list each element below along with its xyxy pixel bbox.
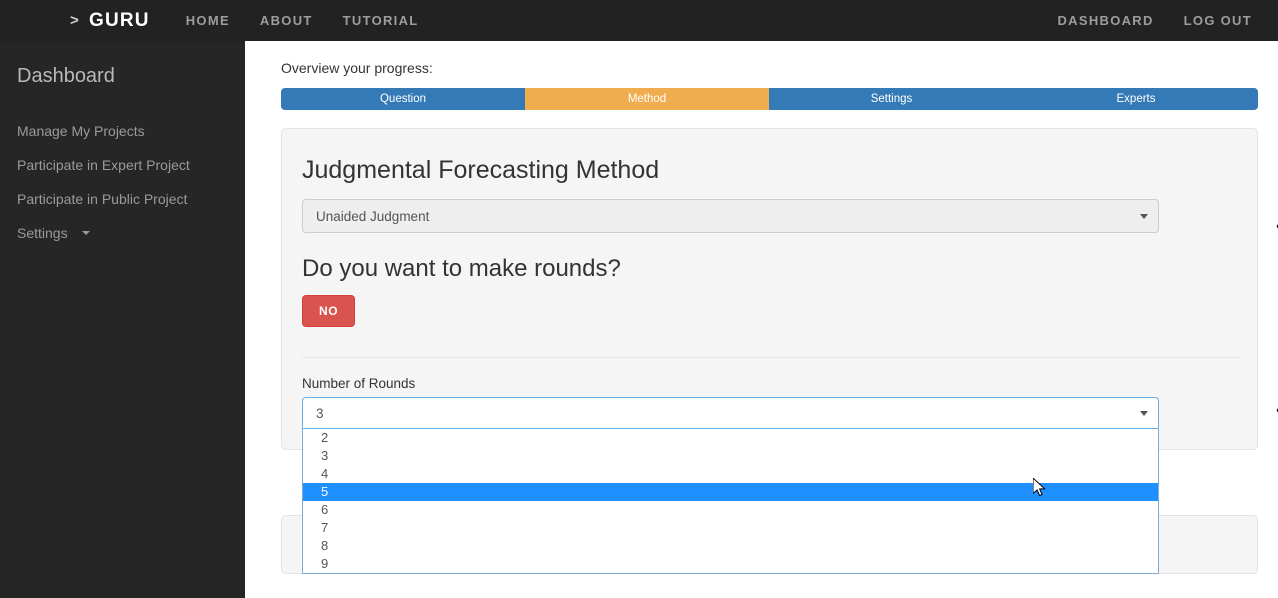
overview-progress-label: Overview your progress: <box>281 60 433 76</box>
brand-logo[interactable]: > GURU <box>70 10 150 32</box>
navbar-right-group: DASHBOARD LOG OUT <box>1027 13 1278 28</box>
brand-name: GURU <box>88 9 150 31</box>
rounds-question-heading: Do you want to make rounds? <box>302 255 621 282</box>
option-8[interactable]: 8 <box>303 537 1158 555</box>
nav-link-home[interactable]: HOME <box>186 13 230 28</box>
make-rounds-toggle-button[interactable]: NO <box>302 295 356 327</box>
navbar-left-group: > GURU HOME ABOUT TUTORIAL <box>0 10 449 32</box>
number-of-rounds-combobox: 3 2 3 4 5 6 7 8 9 <box>302 397 1159 574</box>
forecasting-method-select[interactable]: Unaided Judgment <box>302 199 1159 233</box>
number-of-rounds-value: 3 <box>316 405 324 421</box>
sidebar-item-label: Settings <box>17 225 68 241</box>
sidebar-item-label: Participate in Public Project <box>17 191 188 207</box>
progress-step-settings[interactable]: Settings <box>769 88 1014 110</box>
option-9[interactable]: 9 <box>303 555 1158 573</box>
main-content: Overview your progress: Question Method … <box>245 41 1278 598</box>
progress-step-label: Experts <box>1116 93 1156 105</box>
sidebar: Dashboard Manage My Projects Participate… <box>0 41 245 598</box>
number-of-rounds-select[interactable]: 3 <box>302 397 1159 429</box>
chevron-down-icon <box>1140 410 1148 416</box>
progress-step-question[interactable]: Question <box>281 88 525 110</box>
option-7[interactable]: 7 <box>303 519 1158 537</box>
sidebar-item-manage-my-projects[interactable]: Manage My Projects <box>0 114 245 148</box>
number-of-rounds-label: Number of Rounds <box>302 376 416 391</box>
progress-step-method[interactable]: Method <box>525 88 769 110</box>
section-divider <box>302 357 1239 358</box>
method-panel: Judgmental Forecasting Method Unaided Ju… <box>281 128 1278 574</box>
sidebar-item-settings[interactable]: Settings <box>0 216 245 250</box>
nav-link-logout[interactable]: LOG OUT <box>1184 13 1252 28</box>
option-2[interactable]: 2 <box>303 429 1158 447</box>
progress-steps-bar: Question Method Settings Experts <box>281 88 1258 110</box>
chevron-down-icon <box>1140 213 1148 219</box>
progress-step-experts[interactable]: Experts <box>1014 88 1258 110</box>
progress-step-label: Question <box>379 93 427 105</box>
chevron-right-icon: > <box>70 12 80 29</box>
option-3[interactable]: 3 <box>303 447 1158 465</box>
sidebar-item-label: Participate in Expert Project <box>17 157 190 173</box>
sidebar-item-label: Manage My Projects <box>17 123 145 139</box>
option-5[interactable]: 5 <box>303 483 1158 501</box>
option-6[interactable]: 6 <box>303 501 1158 519</box>
progress-step-label: Method <box>627 93 667 105</box>
sidebar-title: Dashboard <box>17 65 115 87</box>
chevron-down-icon <box>81 231 90 235</box>
nav-link-about[interactable]: ABOUT <box>260 13 313 28</box>
sidebar-item-participate-public-project[interactable]: Participate in Public Project <box>0 182 245 216</box>
top-navbar: > GURU HOME ABOUT TUTORIAL DASHBOARD LOG… <box>0 0 1278 41</box>
progress-step-label: Settings <box>870 93 913 105</box>
nav-link-dashboard[interactable]: DASHBOARD <box>1057 13 1153 28</box>
sidebar-item-participate-expert-project[interactable]: Participate in Expert Project <box>0 148 245 182</box>
panel-heading: Judgmental Forecasting Method <box>302 156 660 184</box>
option-4[interactable]: 4 <box>303 465 1158 483</box>
forecasting-method-value: Unaided Judgment <box>316 208 430 224</box>
nav-link-tutorial[interactable]: TUTORIAL <box>343 13 419 28</box>
number-of-rounds-option-list: 2 3 4 5 6 7 8 9 <box>302 429 1159 574</box>
